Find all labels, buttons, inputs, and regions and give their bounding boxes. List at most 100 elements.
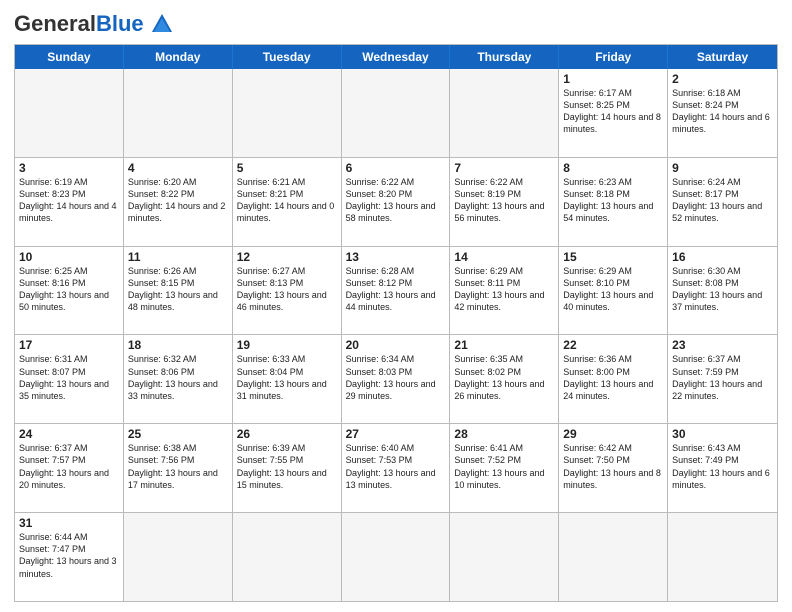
calendar-cell: 27Sunrise: 6:40 AM Sunset: 7:53 PM Dayli… bbox=[342, 424, 451, 512]
day-number: 29 bbox=[563, 427, 663, 441]
weekday-header-friday: Friday bbox=[559, 45, 668, 69]
calendar-cell: 26Sunrise: 6:39 AM Sunset: 7:55 PM Dayli… bbox=[233, 424, 342, 512]
calendar-cell bbox=[15, 69, 124, 157]
day-info: Sunrise: 6:29 AM Sunset: 8:11 PM Dayligh… bbox=[454, 265, 554, 314]
calendar-cell: 10Sunrise: 6:25 AM Sunset: 8:16 PM Dayli… bbox=[15, 247, 124, 335]
day-info: Sunrise: 6:22 AM Sunset: 8:19 PM Dayligh… bbox=[454, 176, 554, 225]
calendar-cell: 12Sunrise: 6:27 AM Sunset: 8:13 PM Dayli… bbox=[233, 247, 342, 335]
calendar-cell bbox=[450, 513, 559, 601]
day-info: Sunrise: 6:43 AM Sunset: 7:49 PM Dayligh… bbox=[672, 442, 773, 491]
logo-icon bbox=[148, 10, 176, 38]
calendar-cell: 22Sunrise: 6:36 AM Sunset: 8:00 PM Dayli… bbox=[559, 335, 668, 423]
day-number: 2 bbox=[672, 72, 773, 86]
calendar-cell: 11Sunrise: 6:26 AM Sunset: 8:15 PM Dayli… bbox=[124, 247, 233, 335]
day-number: 5 bbox=[237, 161, 337, 175]
calendar-cell: 14Sunrise: 6:29 AM Sunset: 8:11 PM Dayli… bbox=[450, 247, 559, 335]
day-info: Sunrise: 6:25 AM Sunset: 8:16 PM Dayligh… bbox=[19, 265, 119, 314]
calendar-body: 1Sunrise: 6:17 AM Sunset: 8:25 PM Daylig… bbox=[15, 69, 777, 601]
day-number: 28 bbox=[454, 427, 554, 441]
calendar-cell: 21Sunrise: 6:35 AM Sunset: 8:02 PM Dayli… bbox=[450, 335, 559, 423]
day-number: 16 bbox=[672, 250, 773, 264]
day-number: 13 bbox=[346, 250, 446, 264]
day-number: 6 bbox=[346, 161, 446, 175]
calendar-cell bbox=[124, 69, 233, 157]
day-number: 9 bbox=[672, 161, 773, 175]
weekday-header-sunday: Sunday bbox=[15, 45, 124, 69]
calendar-row-4: 24Sunrise: 6:37 AM Sunset: 7:57 PM Dayli… bbox=[15, 423, 777, 512]
calendar-cell: 7Sunrise: 6:22 AM Sunset: 8:19 PM Daylig… bbox=[450, 158, 559, 246]
calendar-cell: 31Sunrise: 6:44 AM Sunset: 7:47 PM Dayli… bbox=[15, 513, 124, 601]
day-number: 12 bbox=[237, 250, 337, 264]
day-info: Sunrise: 6:33 AM Sunset: 8:04 PM Dayligh… bbox=[237, 353, 337, 402]
page: GeneralBlue SundayMondayTuesdayWednesday… bbox=[0, 0, 792, 612]
day-info: Sunrise: 6:38 AM Sunset: 7:56 PM Dayligh… bbox=[128, 442, 228, 491]
day-number: 17 bbox=[19, 338, 119, 352]
day-info: Sunrise: 6:22 AM Sunset: 8:20 PM Dayligh… bbox=[346, 176, 446, 225]
day-number: 8 bbox=[563, 161, 663, 175]
calendar-cell: 4Sunrise: 6:20 AM Sunset: 8:22 PM Daylig… bbox=[124, 158, 233, 246]
day-number: 25 bbox=[128, 427, 228, 441]
day-number: 11 bbox=[128, 250, 228, 264]
calendar-cell: 5Sunrise: 6:21 AM Sunset: 8:21 PM Daylig… bbox=[233, 158, 342, 246]
day-number: 3 bbox=[19, 161, 119, 175]
day-number: 23 bbox=[672, 338, 773, 352]
calendar-cell: 19Sunrise: 6:33 AM Sunset: 8:04 PM Dayli… bbox=[233, 335, 342, 423]
day-number: 26 bbox=[237, 427, 337, 441]
day-number: 10 bbox=[19, 250, 119, 264]
day-info: Sunrise: 6:41 AM Sunset: 7:52 PM Dayligh… bbox=[454, 442, 554, 491]
calendar-cell bbox=[342, 513, 451, 601]
weekday-header-monday: Monday bbox=[124, 45, 233, 69]
calendar-cell: 1Sunrise: 6:17 AM Sunset: 8:25 PM Daylig… bbox=[559, 69, 668, 157]
header: GeneralBlue bbox=[14, 10, 778, 38]
calendar-cell bbox=[450, 69, 559, 157]
day-info: Sunrise: 6:35 AM Sunset: 8:02 PM Dayligh… bbox=[454, 353, 554, 402]
day-info: Sunrise: 6:30 AM Sunset: 8:08 PM Dayligh… bbox=[672, 265, 773, 314]
day-info: Sunrise: 6:34 AM Sunset: 8:03 PM Dayligh… bbox=[346, 353, 446, 402]
calendar-cell bbox=[233, 69, 342, 157]
weekday-header-tuesday: Tuesday bbox=[233, 45, 342, 69]
weekday-header-saturday: Saturday bbox=[668, 45, 777, 69]
logo: GeneralBlue bbox=[14, 10, 176, 38]
day-info: Sunrise: 6:37 AM Sunset: 7:59 PM Dayligh… bbox=[672, 353, 773, 402]
calendar-cell bbox=[342, 69, 451, 157]
day-info: Sunrise: 6:20 AM Sunset: 8:22 PM Dayligh… bbox=[128, 176, 228, 225]
day-number: 1 bbox=[563, 72, 663, 86]
calendar-cell: 17Sunrise: 6:31 AM Sunset: 8:07 PM Dayli… bbox=[15, 335, 124, 423]
calendar-row-1: 3Sunrise: 6:19 AM Sunset: 8:23 PM Daylig… bbox=[15, 157, 777, 246]
calendar-cell: 20Sunrise: 6:34 AM Sunset: 8:03 PM Dayli… bbox=[342, 335, 451, 423]
calendar-cell: 25Sunrise: 6:38 AM Sunset: 7:56 PM Dayli… bbox=[124, 424, 233, 512]
calendar-cell: 3Sunrise: 6:19 AM Sunset: 8:23 PM Daylig… bbox=[15, 158, 124, 246]
calendar-cell: 15Sunrise: 6:29 AM Sunset: 8:10 PM Dayli… bbox=[559, 247, 668, 335]
calendar-cell: 2Sunrise: 6:18 AM Sunset: 8:24 PM Daylig… bbox=[668, 69, 777, 157]
day-number: 20 bbox=[346, 338, 446, 352]
day-info: Sunrise: 6:19 AM Sunset: 8:23 PM Dayligh… bbox=[19, 176, 119, 225]
calendar-cell: 6Sunrise: 6:22 AM Sunset: 8:20 PM Daylig… bbox=[342, 158, 451, 246]
calendar-row-3: 17Sunrise: 6:31 AM Sunset: 8:07 PM Dayli… bbox=[15, 334, 777, 423]
calendar-cell: 29Sunrise: 6:42 AM Sunset: 7:50 PM Dayli… bbox=[559, 424, 668, 512]
day-number: 22 bbox=[563, 338, 663, 352]
day-info: Sunrise: 6:36 AM Sunset: 8:00 PM Dayligh… bbox=[563, 353, 663, 402]
day-info: Sunrise: 6:32 AM Sunset: 8:06 PM Dayligh… bbox=[128, 353, 228, 402]
day-number: 27 bbox=[346, 427, 446, 441]
day-number: 30 bbox=[672, 427, 773, 441]
day-number: 14 bbox=[454, 250, 554, 264]
calendar-cell: 18Sunrise: 6:32 AM Sunset: 8:06 PM Dayli… bbox=[124, 335, 233, 423]
calendar-row-0: 1Sunrise: 6:17 AM Sunset: 8:25 PM Daylig… bbox=[15, 69, 777, 157]
logo-text: GeneralBlue bbox=[14, 13, 144, 35]
calendar: SundayMondayTuesdayWednesdayThursdayFrid… bbox=[14, 44, 778, 602]
calendar-cell: 23Sunrise: 6:37 AM Sunset: 7:59 PM Dayli… bbox=[668, 335, 777, 423]
day-info: Sunrise: 6:40 AM Sunset: 7:53 PM Dayligh… bbox=[346, 442, 446, 491]
calendar-cell: 30Sunrise: 6:43 AM Sunset: 7:49 PM Dayli… bbox=[668, 424, 777, 512]
day-number: 21 bbox=[454, 338, 554, 352]
day-info: Sunrise: 6:17 AM Sunset: 8:25 PM Dayligh… bbox=[563, 87, 663, 136]
day-info: Sunrise: 6:42 AM Sunset: 7:50 PM Dayligh… bbox=[563, 442, 663, 491]
day-number: 31 bbox=[19, 516, 119, 530]
calendar-cell: 16Sunrise: 6:30 AM Sunset: 8:08 PM Dayli… bbox=[668, 247, 777, 335]
day-info: Sunrise: 6:27 AM Sunset: 8:13 PM Dayligh… bbox=[237, 265, 337, 314]
calendar-header: SundayMondayTuesdayWednesdayThursdayFrid… bbox=[15, 45, 777, 69]
calendar-row-2: 10Sunrise: 6:25 AM Sunset: 8:16 PM Dayli… bbox=[15, 246, 777, 335]
day-number: 24 bbox=[19, 427, 119, 441]
day-number: 19 bbox=[237, 338, 337, 352]
day-number: 7 bbox=[454, 161, 554, 175]
day-info: Sunrise: 6:21 AM Sunset: 8:21 PM Dayligh… bbox=[237, 176, 337, 225]
